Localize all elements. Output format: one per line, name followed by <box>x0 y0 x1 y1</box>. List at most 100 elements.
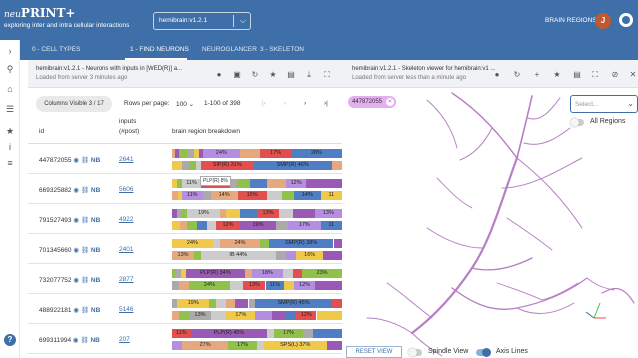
region-segment[interactable] <box>266 191 283 200</box>
inputs-link[interactable]: 4922 <box>119 216 133 223</box>
region-segment[interactable]: 11% <box>181 191 203 200</box>
region-segment[interactable] <box>226 209 240 218</box>
eye-icon[interactable]: ◉ <box>73 337 79 344</box>
columns-visible-button[interactable]: Columns Visible 3 / 17 <box>36 96 112 112</box>
eye-icon[interactable]: ◉ <box>73 217 79 224</box>
remove-chip-icon[interactable]: ✕ <box>386 98 395 106</box>
region-segment[interactable] <box>194 251 201 260</box>
region-select[interactable]: Select... ⌄ <box>570 95 638 113</box>
table-row[interactable]: 732077752 ◉ ⛓ NB 2877 PLP(R) 34% 18% 23% 24% 1… <box>28 264 342 294</box>
table-row[interactable]: 701345660 ◉ ⛓ NB 2401 24% 24% SMP(R) 38% 13% I… <box>28 234 342 264</box>
region-segment[interactable] <box>292 209 315 218</box>
neuron-id[interactable]: 669325882 ◉ ⛓ NB <box>39 186 100 194</box>
link-icon[interactable]: ⛓ <box>80 337 88 344</box>
region-segment[interactable] <box>187 149 195 158</box>
info-icon[interactable]: ● <box>492 70 502 79</box>
region-segment[interactable] <box>172 311 179 320</box>
region-segment[interactable]: 11 <box>320 191 342 200</box>
region-segment[interactable]: SMP(R) 45% <box>255 299 332 308</box>
star-icon[interactable]: ★ <box>268 70 278 79</box>
prev-page-icon[interactable]: ‹ <box>284 100 286 107</box>
table-row[interactable]: 488922181 ◉ ⛓ NB 5146 19% SMP(R) 45% 13% 17% 1… <box>28 294 342 324</box>
next-page-icon[interactable]: › <box>304 100 306 107</box>
region-segment[interactable]: PLP(R) 45% <box>190 329 268 338</box>
region-segment[interactable]: PLP(R) 34% <box>185 269 245 278</box>
table-row[interactable]: 699311994 ◉ ⛓ NB 207 11% PLP(R) 45% 17% 27% 17… <box>28 324 342 354</box>
region-segment[interactable]: 24% <box>219 239 261 248</box>
region-segment[interactable] <box>212 239 220 248</box>
region-segment[interactable]: 14% <box>293 191 321 200</box>
region-segment[interactable] <box>255 311 273 320</box>
region-segment[interactable] <box>240 149 261 158</box>
close-icon[interactable]: ✕ <box>628 70 638 79</box>
region-segment[interactable] <box>240 209 257 218</box>
home-icon[interactable]: ⌂ <box>3 82 17 96</box>
save-icon[interactable]: ▤ <box>286 70 296 79</box>
region-segment[interactable] <box>189 161 196 170</box>
region-segment[interactable] <box>182 161 189 170</box>
reset-view-button[interactable]: RESET VIEW <box>346 346 402 358</box>
axis-lines-toggle[interactable] <box>476 348 491 357</box>
skeleton-viewer[interactable]: 447872055 ✕ Select... ⌄ All Regions RESE… <box>342 88 638 358</box>
save-icon[interactable]: ▤ <box>572 70 582 79</box>
search-icon[interactable]: ⚲ <box>3 62 17 76</box>
table-row[interactable]: 669325882 ◉ ⛓ NB560611%14%12%11%14%15%14… <box>28 174 342 204</box>
first-page-icon[interactable]: |‹ <box>262 100 266 107</box>
neuron-id[interactable]: 732077752 ◉ ⛓ NB <box>39 276 100 284</box>
region-segment[interactable] <box>284 281 295 290</box>
region-segment[interactable]: 12% <box>296 311 317 320</box>
star-icon[interactable]: ★ <box>552 70 562 79</box>
link-icon[interactable]: ⛓ <box>81 277 89 284</box>
link-icon[interactable]: ⛓ <box>81 247 89 254</box>
table-row[interactable]: 791527493 ◉ ⛓ NB 4922 19% 13% 13% 12% 19% 17% 11 <box>28 204 342 234</box>
table-row[interactable]: 447872055 ◉ ⛓ NB 2641 24% 17% 28% SIP(R) 31% S… <box>28 144 342 174</box>
region-segment[interactable]: 17% <box>228 341 257 350</box>
region-segment[interactable] <box>216 299 227 308</box>
region-segment[interactable] <box>306 179 342 188</box>
region-segment[interactable] <box>331 299 342 308</box>
region-segment[interactable] <box>314 281 342 290</box>
region-segment[interactable] <box>229 281 244 290</box>
spindle-view-toggle[interactable] <box>408 348 422 357</box>
user-avatar[interactable]: J <box>595 13 611 29</box>
region-segment[interactable] <box>260 239 269 248</box>
eye-icon[interactable]: ◉ <box>73 247 79 254</box>
dataset-select[interactable]: hemibrain:v1.2.1 ⌵ <box>153 12 251 30</box>
rows-per-page-select[interactable]: 100 ⌄ <box>176 100 194 108</box>
region-segment[interactable] <box>293 269 303 278</box>
region-segment[interactable] <box>316 311 342 320</box>
region-segment[interactable] <box>172 161 183 170</box>
region-segment[interactable]: 19% <box>187 209 220 218</box>
region-segment[interactable]: 24% <box>202 149 240 158</box>
all-regions-toggle[interactable] <box>570 118 584 127</box>
inputs-link[interactable]: 2877 <box>119 276 133 283</box>
region-segment[interactable] <box>257 341 264 350</box>
eye-icon[interactable]: ◉ <box>73 277 79 284</box>
last-page-icon[interactable]: ›| <box>324 100 328 107</box>
link-icon[interactable]: ⛓ <box>81 157 89 164</box>
region-segment[interactable] <box>285 311 297 320</box>
region-segment[interactable]: 11% <box>172 329 191 338</box>
region-segment[interactable] <box>282 191 294 200</box>
chevron-right-icon[interactable]: › <box>3 44 17 58</box>
region-segment[interactable] <box>313 329 342 338</box>
region-segment[interactable] <box>172 341 183 350</box>
region-segment[interactable] <box>302 329 314 338</box>
help-icon[interactable]: ? <box>4 334 16 346</box>
region-segment[interactable]: 15% <box>237 191 267 200</box>
region-segment[interactable] <box>202 191 211 200</box>
region-segment[interactable]: SMP(R) 38% <box>268 239 334 248</box>
star-icon[interactable]: ★ <box>3 124 17 138</box>
region-segment[interactable]: 23% <box>302 269 342 278</box>
eye-icon[interactable]: ◉ <box>73 187 79 194</box>
region-segment[interactable]: 19% <box>239 221 277 230</box>
tab-neuroglancer[interactable]: NEUROGLANCER <box>202 46 257 53</box>
link-icon[interactable]: ⛓ <box>81 187 89 194</box>
neuron-chip[interactable]: 447872055 ✕ <box>348 96 397 108</box>
region-segment[interactable]: 14% <box>210 191 238 200</box>
eye-icon[interactable]: ◉ <box>73 307 79 314</box>
inputs-link[interactable]: 5606 <box>119 186 133 193</box>
add-icon[interactable]: + <box>532 70 542 79</box>
region-segment[interactable] <box>209 299 217 308</box>
region-segment[interactable] <box>248 299 256 308</box>
